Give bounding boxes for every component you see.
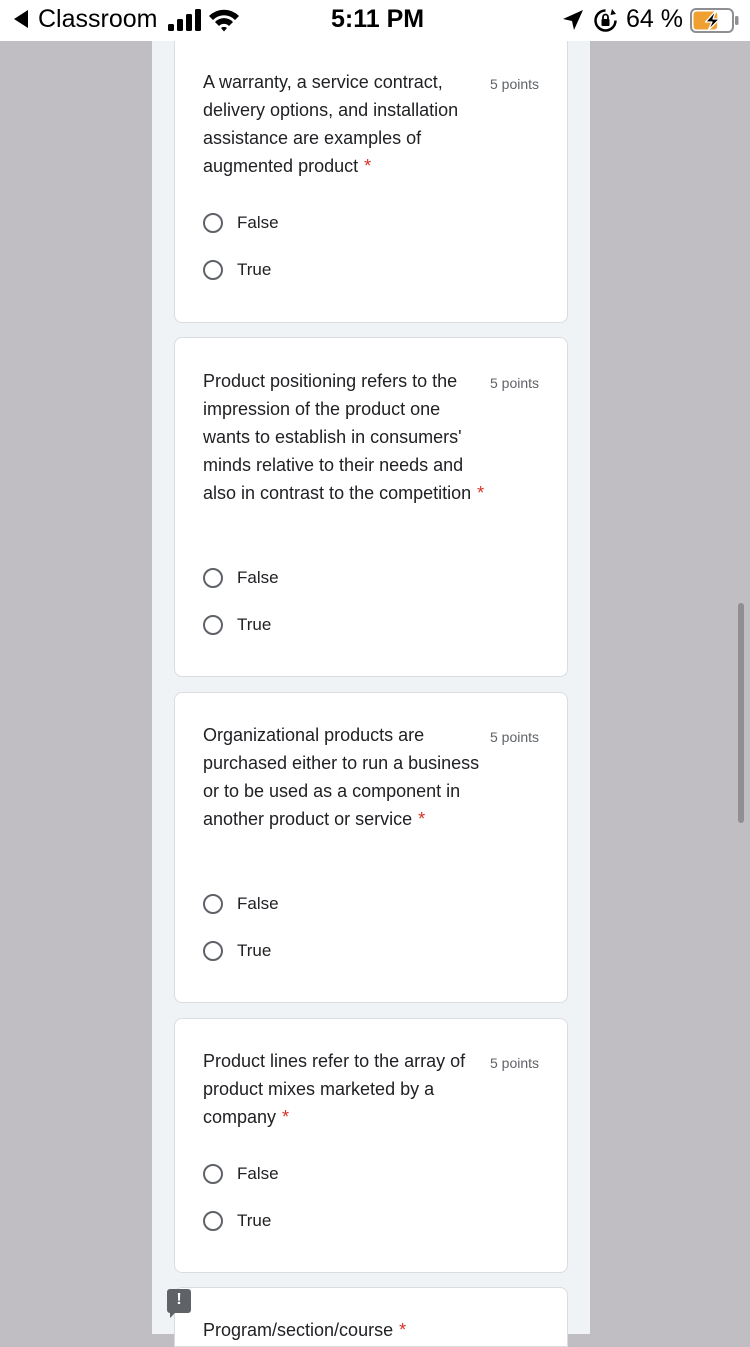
option-label: True [237, 615, 272, 634]
orientation-lock-icon [594, 9, 617, 32]
short-answer-card: Program/section/course * [174, 1287, 568, 1347]
option-true[interactable]: True [203, 1209, 403, 1233]
option-false[interactable]: False [203, 892, 403, 916]
required-asterisk: * [418, 809, 426, 829]
question-points: 5 points [490, 1055, 540, 1071]
question-title: Product lines refer to the array of prod… [203, 1047, 489, 1131]
radio-button[interactable] [203, 941, 223, 961]
radio-button[interactable] [203, 568, 223, 588]
option-label: False [237, 894, 279, 913]
question-text: A warranty, a service contract, delivery… [203, 72, 459, 176]
radio-button[interactable] [203, 1164, 223, 1184]
clock-time: 5:11 PM [331, 5, 425, 33]
option-label: False [237, 1164, 279, 1183]
report-feedback-icon[interactable]: ! [167, 1289, 191, 1318]
back-to-app-label[interactable]: Classroom [38, 5, 157, 34]
option-true[interactable]: True [203, 258, 403, 282]
question-points: 5 points [490, 729, 540, 745]
radio-button[interactable] [203, 1211, 223, 1231]
question-points: 5 points [490, 375, 540, 391]
question-title: A warranty, a service contract, delivery… [203, 68, 489, 180]
required-asterisk: * [399, 1320, 407, 1340]
cellular-signal-icon [168, 9, 202, 31]
option-label: True [237, 260, 272, 279]
question-card: Product lines refer to the array of prod… [174, 1018, 568, 1273]
wifi-icon [209, 9, 239, 32]
option-label: True [237, 1211, 272, 1230]
required-asterisk: * [364, 156, 372, 176]
question-text: Organizational products are purchased ei… [203, 725, 480, 829]
option-false[interactable]: False [203, 566, 403, 590]
required-asterisk: * [282, 1107, 290, 1127]
field-label: Program/section/course [203, 1320, 394, 1340]
question-card: Product positioning refers to the impres… [174, 337, 568, 677]
option-label: False [237, 213, 279, 232]
question-text: Product lines refer to the array of prod… [203, 1051, 466, 1127]
question-text: Product positioning refers to the impres… [203, 371, 472, 503]
question-title: Organizational products are purchased ei… [203, 721, 489, 833]
radio-button[interactable] [203, 615, 223, 635]
question-title: Product positioning refers to the impres… [203, 367, 489, 507]
question-points: 5 points [490, 76, 540, 92]
option-true[interactable]: True [203, 939, 403, 963]
battery-percent: 64 % [626, 5, 683, 33]
option-label: True [237, 941, 272, 960]
location-arrow-icon [563, 10, 583, 30]
option-false[interactable]: False [203, 211, 403, 235]
option-true[interactable]: True [203, 613, 403, 637]
radio-button[interactable] [203, 894, 223, 914]
scrollbar[interactable] [738, 603, 744, 823]
back-arrow-icon[interactable] [14, 10, 28, 28]
battery-charging-icon [690, 8, 739, 33]
option-false[interactable]: False [203, 1162, 403, 1186]
radio-button[interactable] [203, 213, 223, 233]
question-card: A warranty, a service contract, delivery… [174, 38, 568, 323]
option-label: False [237, 568, 279, 587]
field-title: Program/section/course * [203, 1316, 489, 1344]
radio-button[interactable] [203, 260, 223, 280]
question-card: Organizational products are purchased ei… [174, 692, 568, 1003]
required-asterisk: * [477, 483, 485, 503]
status-bar: Classroom 5:11 PM 64 % [0, 0, 750, 41]
